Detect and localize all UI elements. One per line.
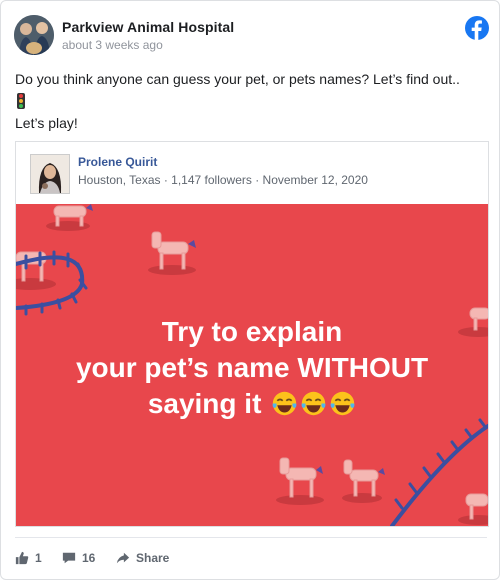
page-avatar[interactable]: [14, 15, 54, 55]
image-headline: Try to explain your pet’s name WITHOUT s…: [16, 314, 488, 422]
page-name[interactable]: Parkview Animal Hospital: [62, 19, 234, 35]
headline-line-with-emoji: saying it: [16, 386, 488, 422]
shared-author-avatar[interactable]: [30, 154, 70, 194]
shared-author-meta: Houston, Texas · 1,147 followers · Novem…: [78, 173, 368, 187]
headline-line: Try to explain: [161, 316, 343, 347]
comment-button[interactable]: 16: [62, 551, 95, 565]
comment-count: 16: [82, 551, 96, 565]
laughing-emoji-icon: [301, 391, 326, 416]
share-icon: [116, 552, 130, 564]
post-header: Parkview Animal Hospital about 3 weeks a…: [14, 15, 489, 55]
comment-icon: [62, 552, 76, 564]
shared-author-name[interactable]: Prolene Quirit: [78, 155, 157, 169]
traffic-light-icon: [15, 89, 485, 113]
headline-line: your pet’s name WITHOUT: [75, 352, 429, 383]
share-label: Share: [136, 551, 170, 565]
shared-post-image[interactable]: Try to explain your pet’s name WITHOUT s…: [16, 204, 488, 526]
post-text-line: Do you think anyone can guess your pet, …: [15, 71, 460, 87]
like-button[interactable]: 1: [15, 551, 42, 565]
action-divider: [15, 537, 487, 538]
headline-line: saying it: [147, 388, 262, 419]
post-card: Parkview Animal Hospital about 3 weeks a…: [0, 0, 500, 580]
post-body: Do you think anyone can guess your pet, …: [15, 69, 485, 133]
like-count: 1: [35, 551, 42, 565]
post-text-line: Let’s play!: [15, 115, 78, 131]
like-icon: [15, 551, 29, 565]
facebook-logo-icon[interactable]: [465, 16, 489, 40]
laughing-emoji-icon: [272, 391, 297, 416]
shared-post[interactable]: Prolene Quirit Houston, Texas · 1,147 fo…: [15, 141, 489, 527]
post-timestamp[interactable]: about 3 weeks ago: [62, 38, 163, 52]
share-button[interactable]: Share: [116, 551, 169, 565]
shared-post-header: Prolene Quirit Houston, Texas · 1,147 fo…: [16, 142, 488, 204]
laughing-emoji-icon: [330, 391, 355, 416]
